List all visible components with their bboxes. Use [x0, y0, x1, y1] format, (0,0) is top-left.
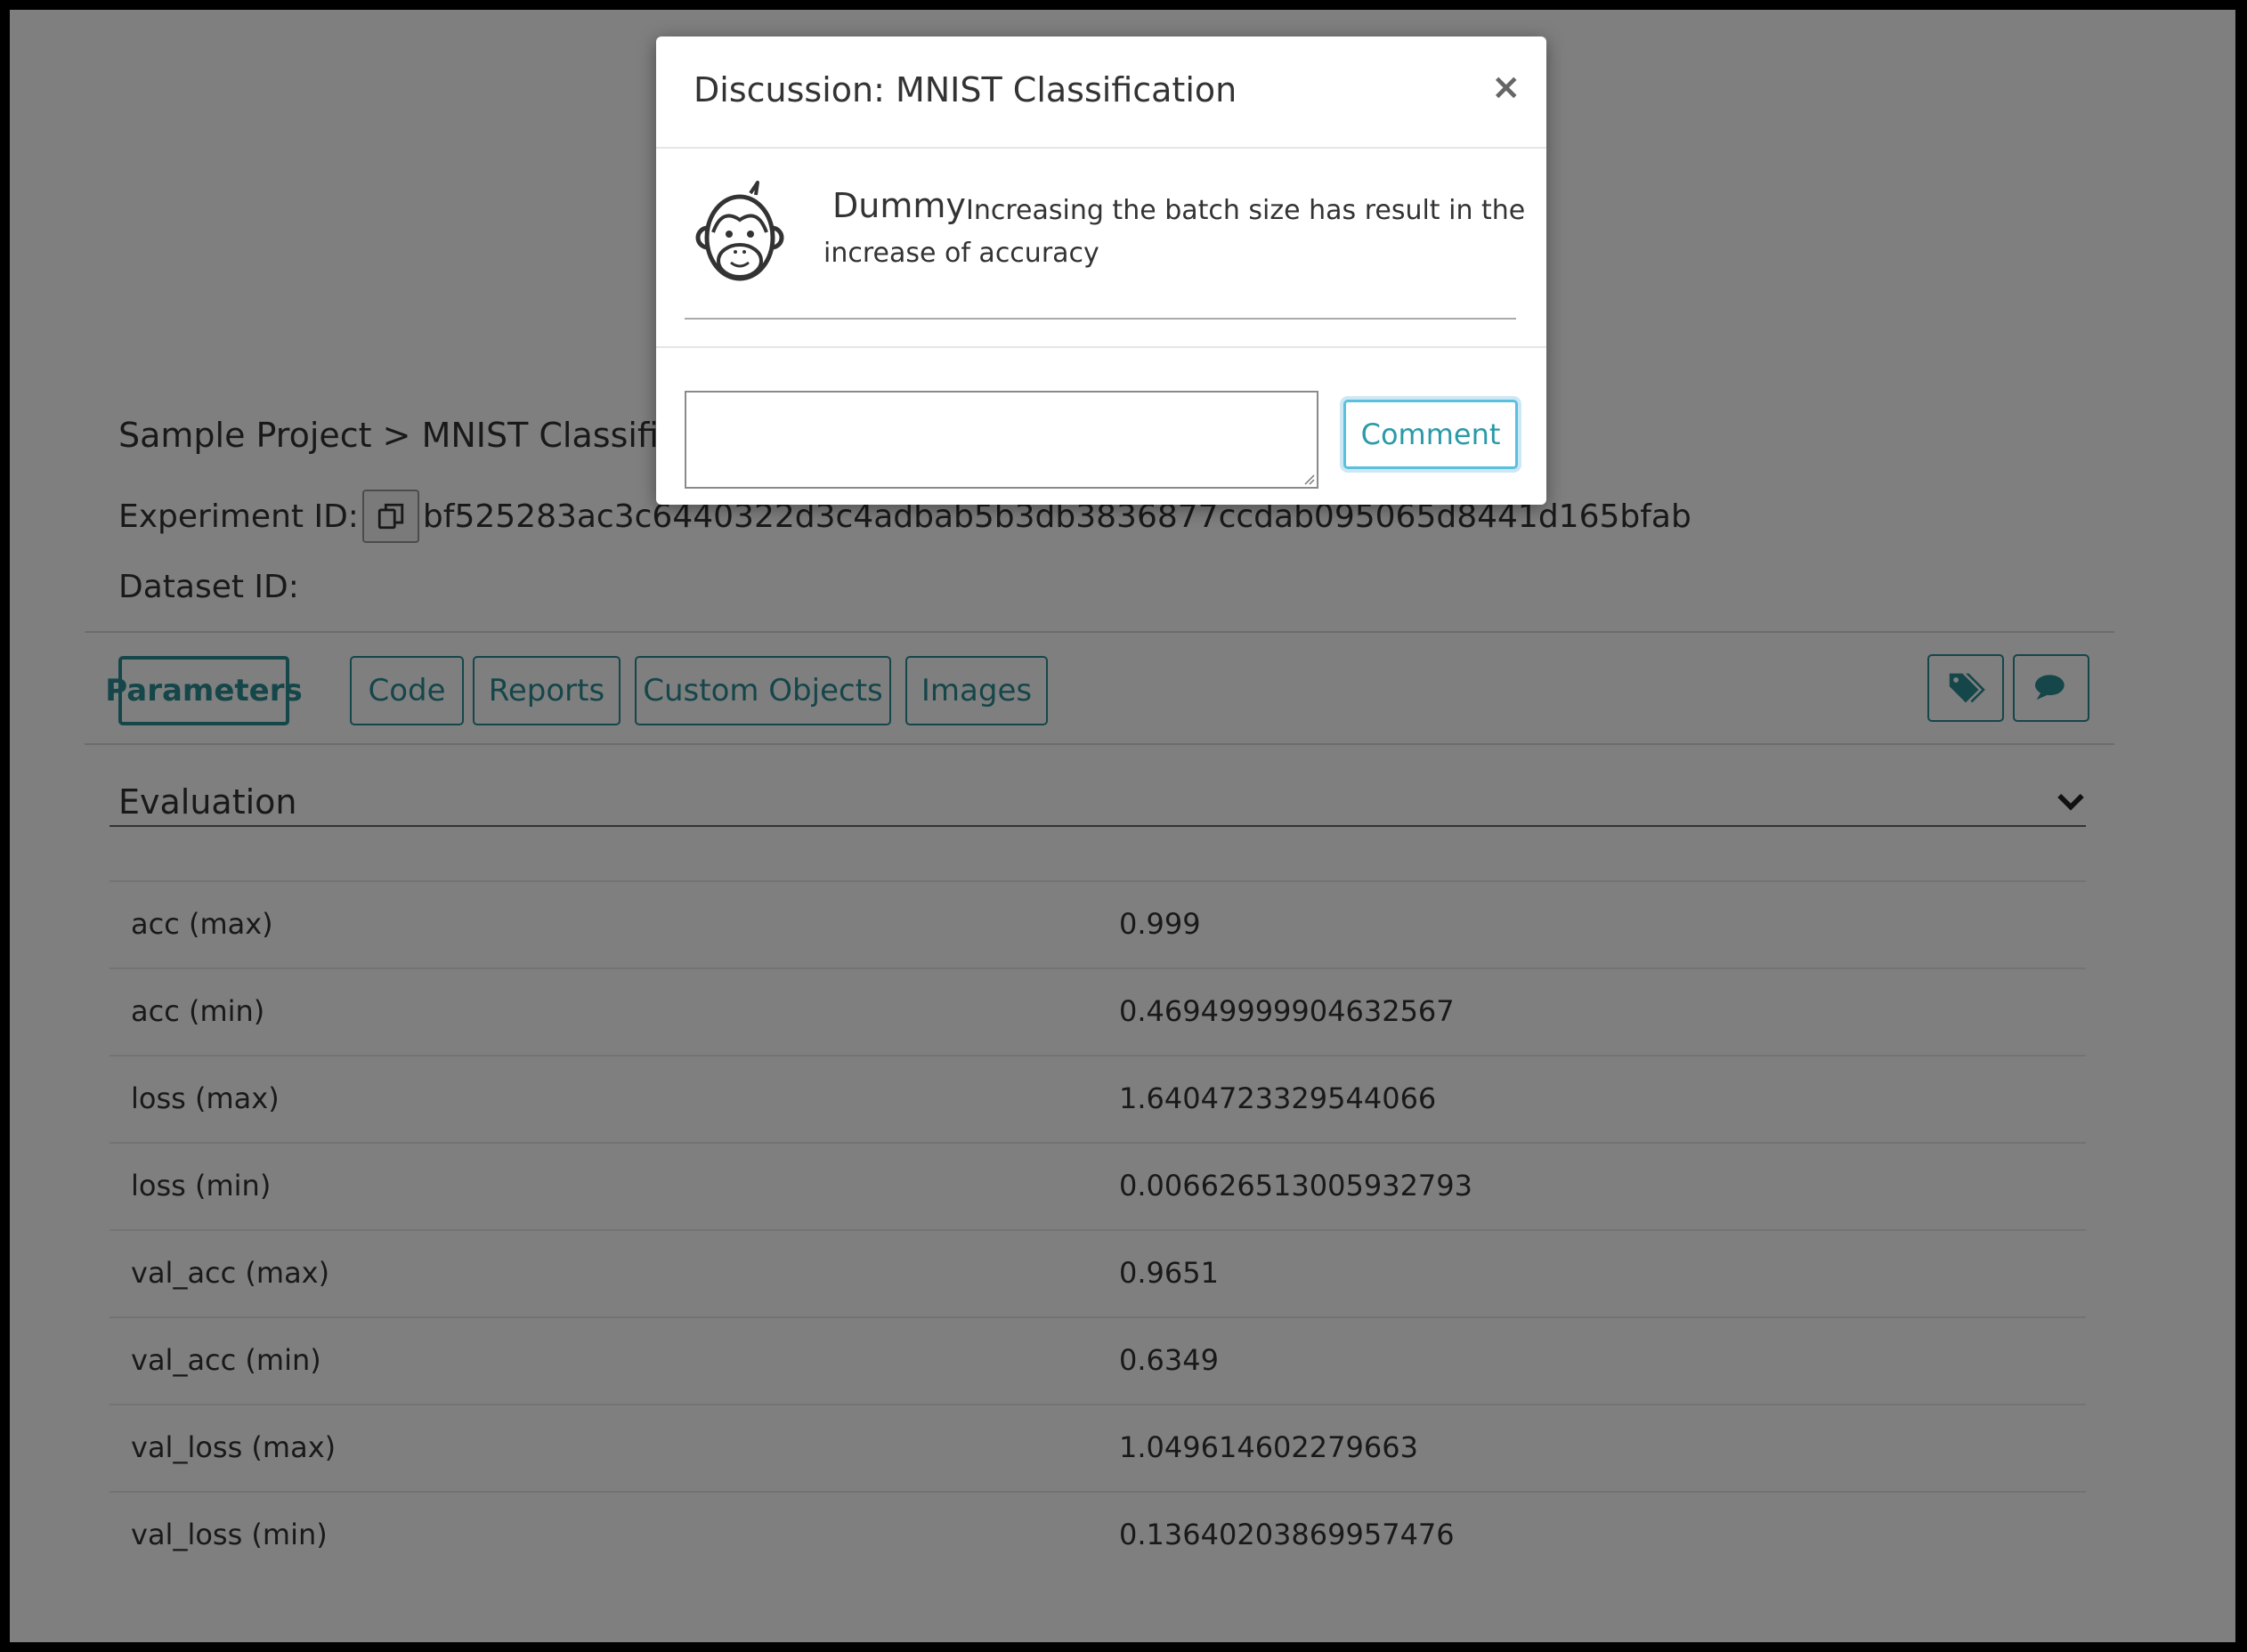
- discussion-modal: Discussion: MNIST Classification × Dummy…: [656, 36, 1546, 505]
- comment-button[interactable]: Comment: [1343, 400, 1518, 469]
- close-icon[interactable]: ×: [1491, 67, 1521, 108]
- comment-text: Increasing the batch size has result in …: [966, 195, 1526, 226]
- comment-list: [656, 149, 1546, 346]
- comment-divider: [685, 318, 1516, 320]
- monkey-avatar-icon: [695, 181, 784, 298]
- comment-author: Dummy: [832, 186, 966, 225]
- modal-title: Discussion: MNIST Classification: [694, 70, 1237, 109]
- comment-input[interactable]: [685, 391, 1318, 489]
- page: Sample Project > MNIST Classification Ex…: [10, 10, 2235, 1642]
- resize-grip-icon[interactable]: [1301, 471, 1315, 489]
- comment-text-continued: increase of accuracy: [823, 238, 1099, 269]
